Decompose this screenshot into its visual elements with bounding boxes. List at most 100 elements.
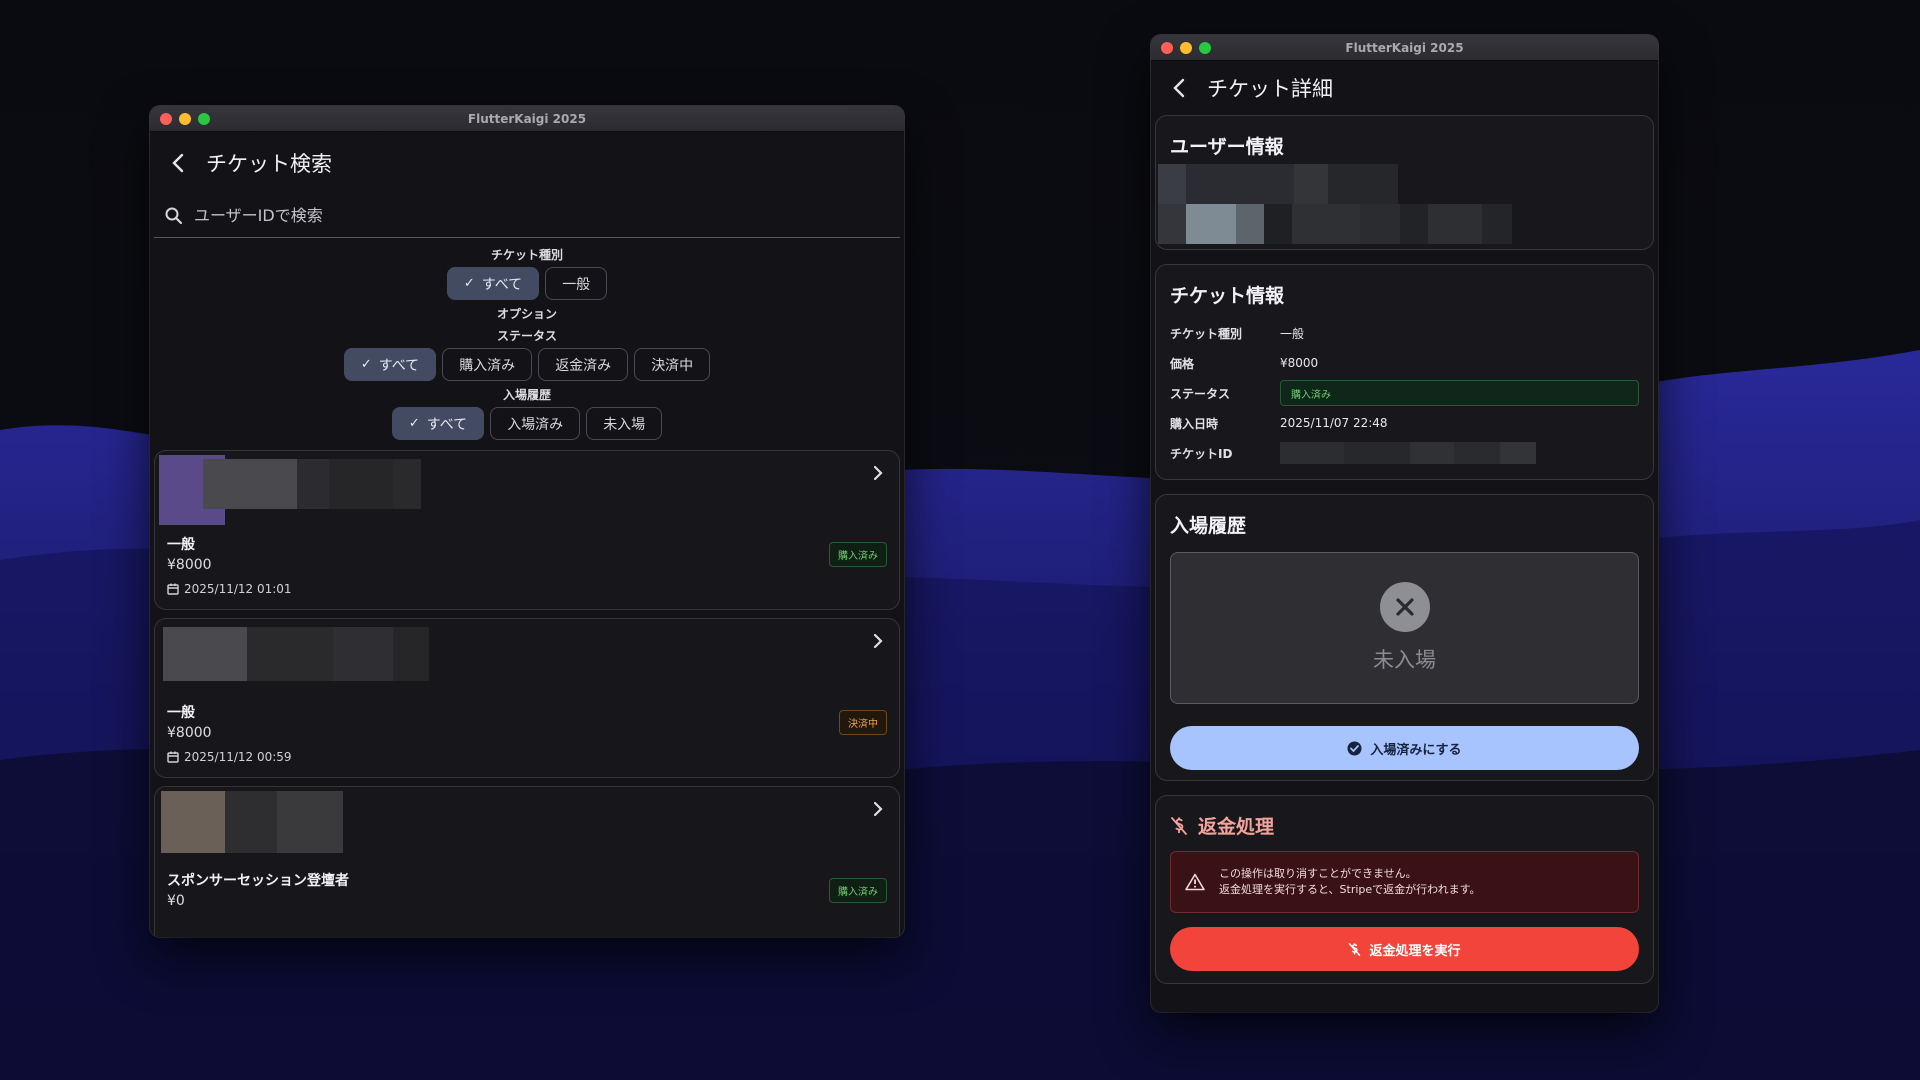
ticket-list: 一般 ¥8000 2025/11/12 01:01 購入済み 一般 ¥8000 … [150,450,904,937]
app-bar: チケット検索 [150,132,904,194]
chip-status-refunded[interactable]: 返金済み [538,348,629,381]
status-filter-label: ステータス [496,329,557,343]
info-value: ¥8000 [1280,356,1319,370]
minimize-window-button[interactable] [179,113,191,125]
ticket-list-item[interactable]: 一般 ¥8000 2025/11/12 00:59 決済中 [154,618,900,778]
page-title: チケット検索 [206,152,332,176]
ticket-type: 一般 [167,537,195,553]
maximize-window-button[interactable] [198,113,210,125]
chip-ticket-type-general[interactable]: 一般 [545,267,608,300]
info-value: 2025/11/07 22:48 [1280,416,1388,430]
window-title: FlutterKaigi 2025 [1345,40,1464,55]
maximize-window-button[interactable] [1199,42,1211,54]
entry-history-title: 入場履歴 [1170,515,1247,537]
chip-label: すべて [426,416,468,433]
back-button[interactable] [1151,61,1207,115]
chip-label: 一般 [562,276,591,293]
window-titlebar[interactable]: FlutterKaigi 2025 [1151,35,1658,61]
app-bar: チケット詳細 [1151,61,1658,115]
status-badge: 購入済み [829,542,887,567]
chip-ticket-type-all[interactable]: ✓ すべて [446,267,540,300]
info-row-ticket-id: チケットID [1170,438,1639,468]
search-bar[interactable] [154,194,900,238]
chip-status-all[interactable]: ✓ すべて [343,348,437,381]
warning-line: この操作は取り消すことができません。 [1219,867,1417,880]
chip-entry-entered[interactable]: 入場済み [490,407,581,440]
check-icon: ✓ [463,276,475,291]
info-label: ステータス [1170,386,1231,401]
ticket-date-text: 2025/11/12 00:59 [184,750,292,764]
ticket-list-item[interactable]: スポンサーセッション登壇者 ¥0 購入済み [154,786,900,937]
chevron-right-icon [873,465,883,481]
ticket-type: 一般 [167,705,195,721]
redacted-ticket-id [1280,442,1536,464]
redacted-user-name [203,459,421,509]
entry-history-card: 入場履歴 未入場 入場済みにする [1155,494,1654,781]
warning-triangle-icon [1185,873,1205,891]
back-button[interactable] [150,132,206,194]
entry-status-text: 未入場 [1373,648,1436,672]
info-label: チケットID [1170,446,1233,461]
chip-label: 返金済み [555,357,612,374]
refund-warning: この操作は取り消すことができません。 返金処理を実行すると、Stripeで返金が… [1170,851,1639,913]
close-x-icon [1379,582,1430,632]
ticket-date: 2025/11/12 01:01 [167,582,292,596]
chip-label: 未入場 [603,416,646,433]
close-window-button[interactable] [1161,42,1173,54]
check-circle-icon [1347,741,1362,755]
info-row-purchased-at: 購入日時 2025/11/07 22:48 [1170,408,1639,438]
calendar-icon [167,583,179,595]
ticket-info-title: チケット情報 [1170,285,1285,307]
mark-as-entered-button[interactable]: 入場済みにする [1170,726,1639,770]
entry-filter-label: 入場履歴 [502,388,551,402]
chip-entry-not-entered[interactable]: 未入場 [586,407,663,440]
check-icon: ✓ [360,357,372,372]
back-arrow-icon [1173,78,1185,98]
user-info-card: ユーザー情報 [1155,115,1654,250]
chip-label: 入場済み [507,416,564,433]
ticket-list-item[interactable]: 一般 ¥8000 2025/11/12 01:01 購入済み [154,450,900,610]
button-label: 入場済みにする [1370,742,1462,758]
button-label: 返金処理を実行 [1369,943,1461,959]
chevron-right-icon [873,633,883,649]
filter-section: チケット種別 ✓ すべて 一般 オプション ステータス ✓ すべて 購入済み 返金済… [150,238,904,440]
money-off-icon [1349,942,1361,956]
refund-header: 返金処理 [1156,796,1653,839]
info-label: 購入日時 [1170,416,1219,431]
window-titlebar[interactable]: FlutterKaigi 2025 [150,106,904,132]
window-title: FlutterKaigi 2025 [467,111,587,126]
ticket-date-text: 2025/11/12 01:01 [184,582,292,596]
warning-line: 返金処理を実行すると、Stripeで返金が行われます。 [1219,883,1481,896]
chip-label: すべて [378,357,420,374]
ticket-date: 2025/11/12 00:59 [167,750,292,764]
info-row-price: 価格 ¥8000 [1170,348,1639,378]
entry-chips: ✓ すべて 入場済み 未入場 [150,407,904,440]
chip-entry-all[interactable]: ✓ すべて [391,407,485,440]
close-window-button[interactable] [160,113,172,125]
chip-status-processing[interactable]: 決済中 [634,348,711,381]
ticket-type-chips: ✓ すべて 一般 [150,267,904,300]
chevron-right-icon [873,801,883,817]
info-value: 一般 [1280,326,1305,341]
ticket-detail-window: FlutterKaigi 2025 チケット詳細 ユーザー情報 チケット情報 チ… [1151,35,1658,1012]
calendar-icon [167,751,179,763]
status-chips: ✓ すべて 購入済み 返金済み 決済中 [150,348,904,381]
ticket-price: ¥8000 [167,557,212,573]
minimize-window-button[interactable] [1180,42,1192,54]
ticket-type-filter-label: チケット種別 [490,248,563,262]
chip-label: すべて [481,276,523,293]
refund-title: 返金処理 [1198,816,1275,838]
search-input[interactable] [194,206,900,225]
redacted-user-details [1158,164,1512,244]
execute-refund-button[interactable]: 返金処理を実行 [1170,927,1639,971]
search-icon [154,207,194,225]
chip-status-purchased[interactable]: 購入済み [442,348,533,381]
ticket-search-window: FlutterKaigi 2025 チケット検索 チケット種別 ✓ すべて 一般 … [150,106,904,937]
chip-label: 決済中 [651,357,694,374]
status-badge: 購入済み [829,878,887,903]
ticket-info-card: チケット情報 チケット種別 一般 価格 ¥8000 ステータス 購入済み 購入日… [1155,264,1654,480]
option-filter-label: オプション [496,307,557,321]
refund-card: 返金処理 この操作は取り消すことができません。 返金処理を実行すると、Strip… [1155,795,1654,984]
info-label: 価格 [1170,356,1195,371]
user-info-title: ユーザー情報 [1170,136,1284,158]
